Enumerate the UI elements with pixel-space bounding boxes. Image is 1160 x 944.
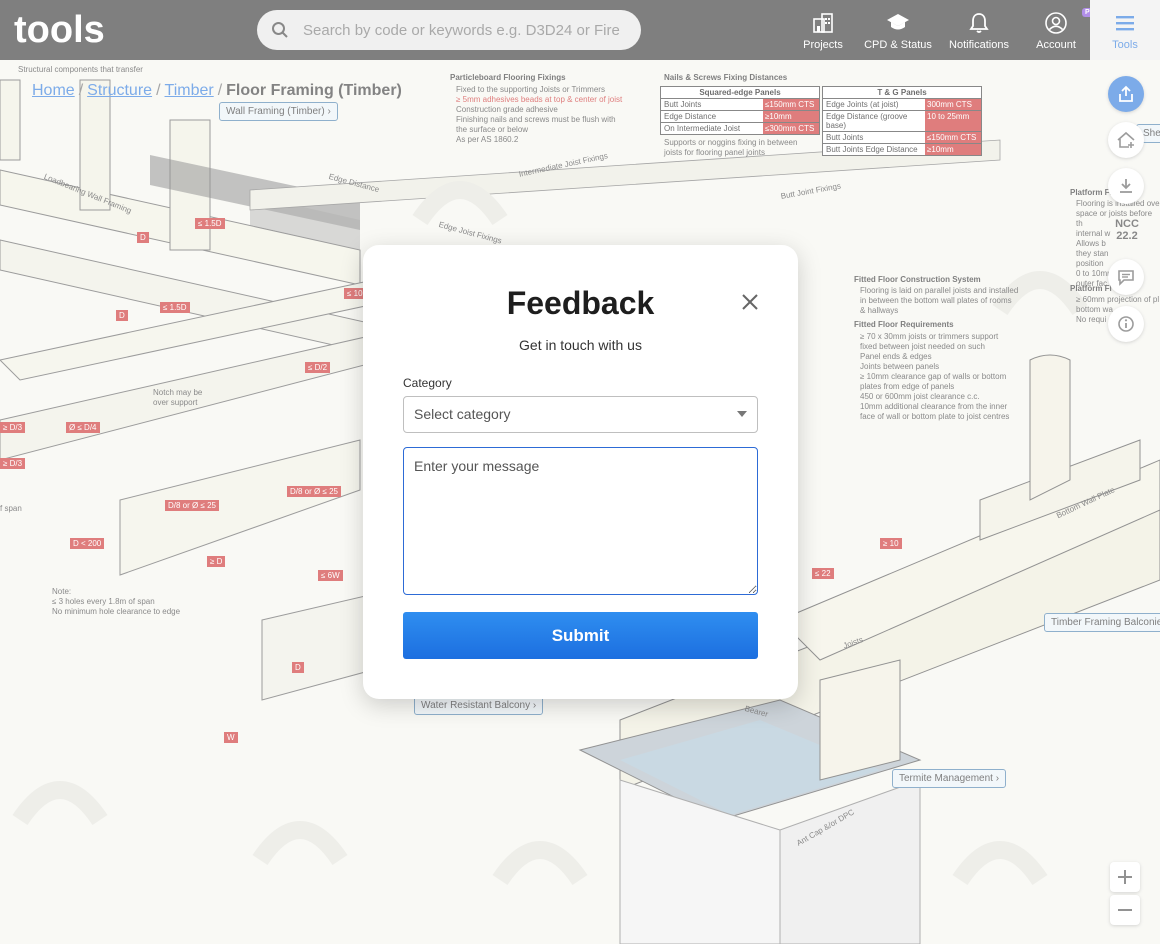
modal-subtitle: Get in touch with us bbox=[519, 337, 642, 353]
message-textarea[interactable] bbox=[403, 447, 758, 595]
modal-title: Feedback bbox=[506, 285, 655, 321]
feedback-modal: Feedback Get in touch with us Category S… bbox=[363, 245, 798, 699]
category-label: Category bbox=[403, 376, 452, 390]
category-select-value: Select category bbox=[414, 406, 511, 422]
submit-button[interactable]: Submit bbox=[403, 612, 758, 659]
chevron-down-icon bbox=[737, 411, 747, 417]
close-icon[interactable] bbox=[740, 292, 760, 312]
category-select[interactable]: Select category bbox=[403, 396, 758, 433]
